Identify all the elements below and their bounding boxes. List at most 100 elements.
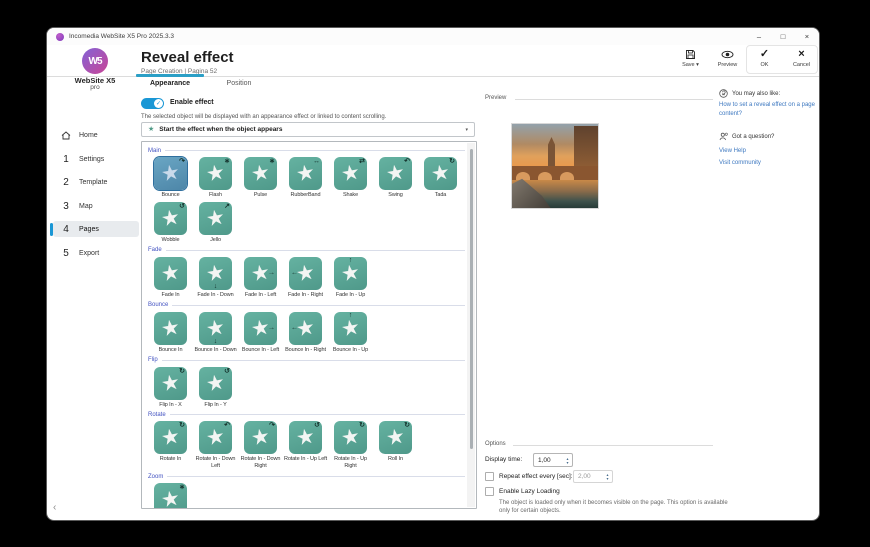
effect-option-rotate-in-down-right[interactable]: ★↷ Rotate In - Down Right [238, 421, 283, 470]
effect-option-wobble[interactable]: ★↺Wobble [148, 202, 193, 244]
tab-position[interactable]: Position [214, 80, 264, 87]
effect-tile-icon: ★↺ [289, 421, 322, 454]
effect-option-shake[interactable]: ★⇄Shake [328, 157, 373, 199]
effect-tile-icon: ★↻ [154, 421, 187, 454]
maximize-button[interactable]: □ [771, 28, 795, 45]
effect-label: Bounce In - Left [238, 347, 283, 354]
motion-arrow-icon: ↷ [269, 422, 275, 429]
motion-arrow-icon: ∗ [179, 484, 185, 491]
effect-section-title: Fade [148, 247, 162, 253]
effect-label: Fade In [148, 292, 193, 299]
effect-option-bounce-in-up[interactable]: ★↑Bounce In - Up [328, 312, 373, 354]
sidebar-item-home[interactable]: Home [53, 127, 139, 143]
effect-tile-icon: ★↷ [154, 157, 187, 190]
effect-option-jello[interactable]: ★↗Jello [193, 202, 238, 244]
sidebar-item-settings[interactable]: 1 Settings [53, 151, 139, 167]
effect-option-fade-in[interactable]: ★Fade In [148, 257, 193, 299]
motion-arrow-icon: ← [291, 325, 298, 332]
sidebar-item-pages[interactable]: 4 Pages [53, 221, 139, 237]
save-button[interactable]: Save ▾ [672, 48, 709, 68]
effect-option-fade-in-right[interactable]: ★←Fade In - Right [283, 257, 328, 299]
effect-option-flip-in-y[interactable]: ★↺Flip In - Y [193, 367, 238, 409]
effect-option-rotate-in-down-left[interactable]: ★↶ Rotate In - Down Left [193, 421, 238, 470]
app-logo-icon [56, 33, 64, 41]
effect-tile-icon: ★↷ [244, 421, 277, 454]
effect-option-rotate-in[interactable]: ★↻Rotate In [148, 421, 193, 470]
repeat-effect-checkbox[interactable] [485, 472, 494, 481]
effect-option-bounce-in-left[interactable]: ★→Bounce In - Left [238, 312, 283, 354]
visit-community-link[interactable]: Visit community [719, 159, 817, 168]
effect-trigger-dropdown[interactable]: ★ Start the effect when the object appea… [141, 122, 475, 137]
effect-option-rotate-in-up-left[interactable]: ★↺Rotate In - Up Left [283, 421, 328, 470]
effect-option-bounce[interactable]: ★↷Bounce [148, 157, 193, 199]
effects-list[interactable]: Main★↷Bounce★∗Flash★∗Pulse★↔RubberBand★⇄… [141, 141, 477, 509]
section-divider [172, 305, 465, 306]
ok-button[interactable]: ✓ OK [746, 48, 783, 68]
eye-icon [709, 48, 746, 60]
effect-label: Rotate In - Down Left [193, 456, 238, 470]
enable-effect-toggle[interactable]: ✓ [141, 98, 164, 109]
effect-section-zoom: Zoom ★∗ [148, 472, 465, 509]
toggle-check-icon: ✓ [154, 99, 163, 108]
brand-edition: pro [71, 84, 119, 91]
collapse-sidebar-chevron[interactable]: ‹ [53, 503, 56, 513]
effect-tile-icon: ★↶ [199, 421, 232, 454]
effect-option-roll-in[interactable]: ★↻Roll In [373, 421, 418, 470]
scrollbar-thumb[interactable] [470, 149, 473, 449]
cancel-button[interactable]: × Cancel [783, 48, 820, 68]
page-title: Reveal effect [141, 49, 234, 66]
effect-option-rotate-in-up-right[interactable]: ★↻Rotate In - Up Right [328, 421, 373, 470]
effect-label: Fade In - Up [328, 292, 373, 299]
spinner-arrows[interactable]: ▴ ▾ [563, 457, 572, 464]
effect-section-main: Main★↷Bounce★∗Flash★∗Pulse★↔RubberBand★⇄… [148, 146, 465, 245]
lazy-loading-checkbox[interactable] [485, 487, 494, 496]
title-bar[interactable]: Incomedia WebSite X5 Pro 2025.3.3 – □ × [47, 28, 819, 45]
preview-bridge [512, 166, 598, 180]
effect-tile-icon: ★↔ [289, 157, 322, 190]
effect-option-fade-in-down[interactable]: ★↓Fade In - Down [193, 257, 238, 299]
window-controls: – □ × [747, 28, 819, 45]
effect-option-tada[interactable]: ★↻Tada [418, 157, 463, 199]
dropdown-selected-value: Start the effect when the object appears [159, 126, 282, 133]
effect-tile-icon: ★↺ [154, 202, 187, 235]
preview-divider [515, 99, 713, 100]
effect-items-row: ★↻Flip In - X★↺Flip In - Y [148, 365, 465, 410]
effect-option-bounce-in-right[interactable]: ★←Bounce In - Right [283, 312, 328, 354]
effect-section-title: Zoom [148, 474, 163, 480]
effect-tile-icon: ★← [289, 257, 322, 290]
sidebar-item-template[interactable]: 2 Template [53, 174, 139, 190]
effect-option-flash[interactable]: ★∗Flash [193, 157, 238, 199]
enable-effect-label: Enable effect [170, 99, 214, 106]
options-divider [513, 445, 713, 446]
section-divider [170, 414, 465, 415]
minimize-button[interactable]: – [747, 28, 771, 45]
sidebar-item-export[interactable]: 5 Export [53, 245, 139, 261]
effect-section-fade: Fade ★Fade In★↓Fade In - Down★→Fade In - … [148, 246, 465, 300]
tab-appearance[interactable]: Appearance [136, 80, 204, 87]
support-person-icon [719, 132, 728, 141]
effect-option-pulse[interactable]: ★∗Pulse [238, 157, 283, 199]
spin-down-icon[interactable]: ▾ [566, 461, 568, 464]
effect-option-bounce-in[interactable]: ★Bounce In [148, 312, 193, 354]
effect-tile-icon: ★↓ [199, 257, 232, 290]
help-link-reveal-effect[interactable]: How to set a reveal effect on a page con… [719, 101, 817, 118]
motion-arrow-icon: ↺ [314, 422, 320, 429]
close-button[interactable]: × [795, 28, 819, 45]
effect-option-bounce-in-down[interactable]: ★↓Bounce In - Down [193, 312, 238, 354]
sidebar-item-map[interactable]: 3 Map [53, 198, 139, 214]
effect-tile-icon: ★↺ [199, 367, 232, 400]
effect-option-rubberband[interactable]: ★↔RubberBand [283, 157, 328, 199]
display-time-spinner[interactable]: 1,00 ▴ ▾ [533, 453, 573, 467]
effect-option-fade-in-left[interactable]: ★→Fade In - Left [238, 257, 283, 299]
motion-arrow-icon: → [268, 270, 275, 277]
effect-items-row: ★∗ [148, 481, 465, 509]
effect-tile-icon: ★∗ [154, 483, 187, 509]
effect-option-fade-in-up[interactable]: ★↑Fade In - Up [328, 257, 373, 299]
view-help-link[interactable]: View Help [719, 147, 817, 156]
preview-button[interactable]: Preview [709, 48, 746, 68]
effect-option[interactable]: ★∗ [148, 483, 193, 509]
effect-section-title: Flip [148, 357, 158, 363]
effect-option-flip-in-x[interactable]: ★↻Flip In - X [148, 367, 193, 409]
effect-option-swing[interactable]: ★↶Swing [373, 157, 418, 199]
effect-label: Rotate In - Down Right [238, 456, 283, 470]
